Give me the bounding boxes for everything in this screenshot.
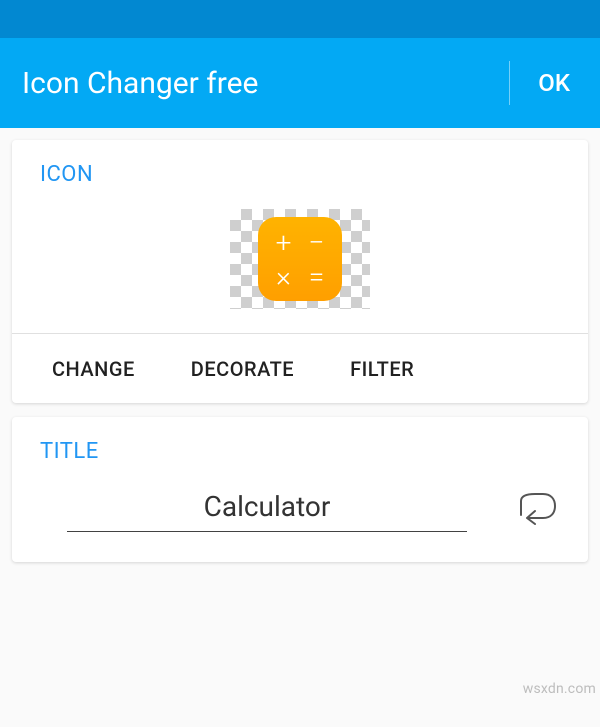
undo-button[interactable] — [512, 486, 560, 530]
title-body — [12, 476, 588, 562]
icon-section-label: ICON — [12, 140, 588, 199]
icon-preview[interactable]: + − × = — [230, 209, 370, 309]
icon-tabs: CHANGE DECORATE FILTER — [12, 333, 588, 403]
app-bar: Icon Changer free OK — [0, 38, 600, 128]
equals-icon: = — [303, 263, 330, 291]
title-card: TITLE — [12, 417, 588, 562]
calculator-icon: + − × = — [258, 217, 342, 301]
title-input[interactable] — [67, 484, 467, 532]
icon-preview-area: + − × = — [12, 199, 588, 333]
times-icon: × — [270, 263, 297, 291]
plus-icon: + — [270, 229, 297, 257]
tab-decorate[interactable]: DECORATE — [163, 357, 322, 381]
watermark: wsxdn.com — [523, 681, 596, 697]
app-title: Icon Changer free — [22, 66, 509, 101]
ok-button[interactable]: OK — [509, 61, 578, 105]
content: ICON + − × = CHANGE DECORATE FILTER TITL… — [0, 128, 600, 588]
tab-filter[interactable]: FILTER — [322, 357, 442, 381]
minus-icon: − — [303, 229, 330, 257]
title-section-label: TITLE — [12, 417, 588, 476]
icon-card: ICON + − × = CHANGE DECORATE FILTER — [12, 140, 588, 403]
status-bar — [0, 0, 600, 38]
tab-change[interactable]: CHANGE — [24, 357, 163, 381]
title-input-wrap — [40, 484, 494, 532]
undo-icon — [515, 491, 557, 525]
